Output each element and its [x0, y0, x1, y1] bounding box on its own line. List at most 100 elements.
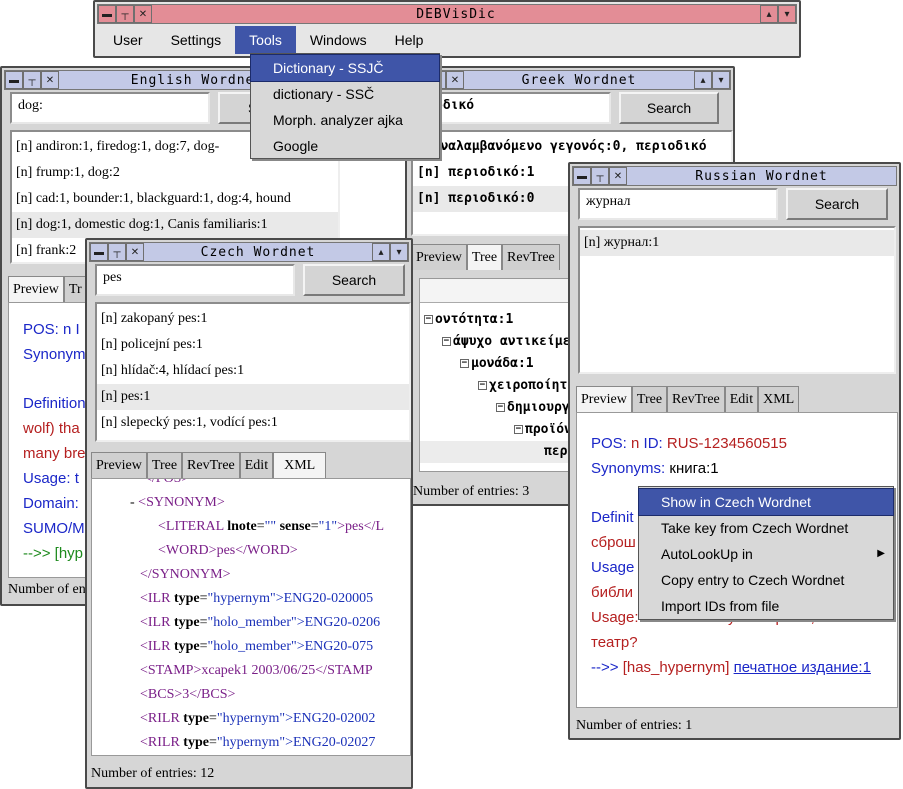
tree-node-label: χειροποίητ	[489, 378, 568, 393]
xml-line: <ILR type="holo_member">ENG20-0206	[140, 615, 381, 630]
list-item[interactable]: [n] pes:1	[97, 384, 409, 410]
xml-tag: <STAMP>	[140, 663, 202, 678]
menu-help[interactable]: Help	[381, 26, 438, 54]
pin-icon[interactable]: ┬	[23, 71, 41, 89]
shade-icon[interactable]: ▾	[712, 71, 730, 89]
collapse-icon[interactable]: −	[514, 425, 523, 434]
close-icon[interactable]: ✕	[134, 5, 152, 23]
xml-value: "holo_member"	[207, 639, 297, 654]
tab-xml[interactable]: XML	[758, 386, 800, 412]
list-item[interactable]: [n] журнал:1	[580, 230, 894, 256]
list-item[interactable]: [n] slepecký pes:1, vodící pes:1	[97, 410, 409, 436]
close-icon[interactable]: ✕	[609, 167, 627, 185]
xml-line: <STAMP>xcapek1 2003/06/25</STAMP	[92, 659, 410, 683]
collapse-icon[interactable]: −	[478, 381, 487, 390]
xml-line: <LITERAL lnote="" sense="1">pes</L	[158, 519, 384, 534]
shade-icon[interactable]: ▾	[390, 243, 408, 261]
tab-tree[interactable]: Tree	[146, 452, 183, 478]
tab-xml[interactable]: XML	[273, 452, 327, 478]
minimize-icon[interactable]: ▬	[573, 167, 591, 185]
menu-item-take-key[interactable]: Take key from Czech Wordnet	[639, 515, 893, 541]
menu-item-morph-analyzer[interactable]: Morph. analyzer ajka	[251, 107, 439, 133]
menu-item-autolookup[interactable]: AutoLookUp in ▶	[639, 541, 893, 567]
tab-preview[interactable]: Preview	[576, 386, 632, 412]
list-item[interactable]: επαναλαμβανόμενο γεγονός:0, περιοδικό	[413, 134, 731, 160]
russian-search-button[interactable]: Search	[786, 188, 888, 220]
czech-titlebar[interactable]: ▬ ┬ ✕ Czech Wordnet ▴ ▾	[89, 242, 409, 262]
greek-search-input[interactable]: οδικό	[427, 92, 611, 124]
tab-edit[interactable]: Edit	[724, 386, 759, 412]
pin-icon[interactable]: ┬	[591, 167, 609, 185]
maximize-icon[interactable]: ▴	[372, 243, 390, 261]
tree-node-label: δημιουργ	[507, 400, 570, 415]
close-icon[interactable]: ✕	[126, 243, 144, 261]
xml-attr: type	[173, 615, 200, 630]
tab-revtree[interactable]: RevTree	[667, 386, 725, 412]
russian-titlebar[interactable]: ▬ ┬ ✕ Russian Wordnet	[572, 166, 897, 186]
pin-icon[interactable]: ┬	[108, 243, 126, 261]
menu-item-dictionary-ssc[interactable]: dictionary - SSČ	[251, 81, 439, 107]
maximize-icon[interactable]: ▴	[760, 5, 778, 23]
czech-search-button[interactable]: Search	[303, 264, 405, 296]
menu-windows[interactable]: Windows	[296, 26, 381, 54]
xml-value: "hypernym"	[216, 735, 286, 750]
russian-results-list: [n] журнал:1	[578, 226, 896, 374]
czech-search-input[interactable]: pes	[95, 264, 295, 296]
menu-item-show-in-czech[interactable]: Show in Czech Wordnet	[638, 488, 894, 516]
tree-node-label: περ	[544, 444, 568, 459]
xml-tag: </BCS>	[189, 687, 236, 702]
tab-preview[interactable]: Preview	[91, 452, 147, 478]
synonyms-label: Synonyms:	[591, 460, 666, 477]
pin-icon[interactable]: ┬	[116, 5, 134, 23]
minimize-icon[interactable]: ▬	[90, 243, 108, 261]
tab-tree[interactable]: Tr	[63, 276, 87, 302]
xml-tag: <ILR	[140, 615, 171, 630]
relation-label: [has_hypernym]	[622, 659, 730, 676]
hypernym-link[interactable]: печатное издание:1	[734, 659, 871, 676]
menu-user[interactable]: User	[99, 26, 157, 54]
collapse-icon[interactable]: −	[460, 359, 469, 368]
menu-item-google[interactable]: Google	[251, 133, 439, 159]
list-item[interactable]: [n] dog:1, domestic dog:1, Canis familia…	[12, 212, 338, 238]
xml-tag: <ILR	[140, 639, 171, 654]
russian-search-input[interactable]: журнал	[578, 188, 778, 220]
menu-tools[interactable]: Tools	[235, 26, 296, 54]
tab-preview[interactable]: Preview	[411, 244, 467, 270]
list-item[interactable]: [n] zakopaný pes:1	[97, 306, 409, 332]
menu-item-import-ids[interactable]: Import IDs from file	[639, 593, 893, 619]
tab-tree[interactable]: Tree	[466, 244, 503, 270]
greek-search-button[interactable]: Search	[619, 92, 719, 124]
shade-icon[interactable]: ▾	[778, 5, 796, 23]
list-item[interactable]: [n] frump:1, dog:2	[12, 160, 338, 186]
xml-text: >ENG20-020005	[275, 591, 374, 606]
id-label: ID:	[643, 435, 663, 452]
xml-value: ""	[264, 519, 277, 534]
tab-revtree[interactable]: RevTree	[502, 244, 560, 270]
menu-settings[interactable]: Settings	[157, 26, 236, 54]
collapse-icon[interactable]: −	[496, 403, 505, 412]
tab-tree[interactable]: Tree	[631, 386, 668, 412]
english-search-input[interactable]: dog:	[10, 92, 210, 124]
tab-edit[interactable]: Edit	[239, 452, 274, 478]
list-item[interactable]: [n] policejní pes:1	[97, 332, 409, 358]
collapse-icon[interactable]: −	[442, 337, 451, 346]
collapse-icon[interactable]: −	[424, 315, 433, 324]
list-item[interactable]: [n] hlídač:4, hlídací pes:1	[97, 358, 409, 384]
menu-item-dictionary-ssjc[interactable]: Dictionary - SSJČ	[250, 54, 440, 82]
minimize-icon[interactable]: ▬	[5, 71, 23, 89]
pos-text: POS: n I	[23, 321, 80, 338]
list-item[interactable]: [n] cad:1, bounder:1, blackguard:1, dog:…	[12, 186, 338, 212]
collapse-toggle[interactable]: -	[130, 495, 138, 510]
tab-revtree[interactable]: RevTree	[182, 452, 240, 478]
tree-node-label: οντότητα:1	[435, 312, 514, 327]
minimize-icon[interactable]: ▬	[98, 5, 116, 23]
main-titlebar[interactable]: ▬ ┬ ✕ DEBVisDic ▴ ▾	[97, 4, 797, 24]
russian-window-title: Russian Wordnet	[695, 168, 828, 184]
greek-titlebar[interactable]: ▬ ┬ ✕ Greek Wordnet ▴ ▾	[409, 70, 731, 90]
close-icon[interactable]: ✕	[41, 71, 59, 89]
russian-status: Number of entries: 1	[576, 718, 693, 733]
menu-item-copy-entry[interactable]: Copy entry to Czech Wordnet	[639, 567, 893, 593]
maximize-icon[interactable]: ▴	[694, 71, 712, 89]
tab-preview[interactable]: Preview	[8, 276, 64, 302]
close-icon[interactable]: ✕	[446, 71, 464, 89]
